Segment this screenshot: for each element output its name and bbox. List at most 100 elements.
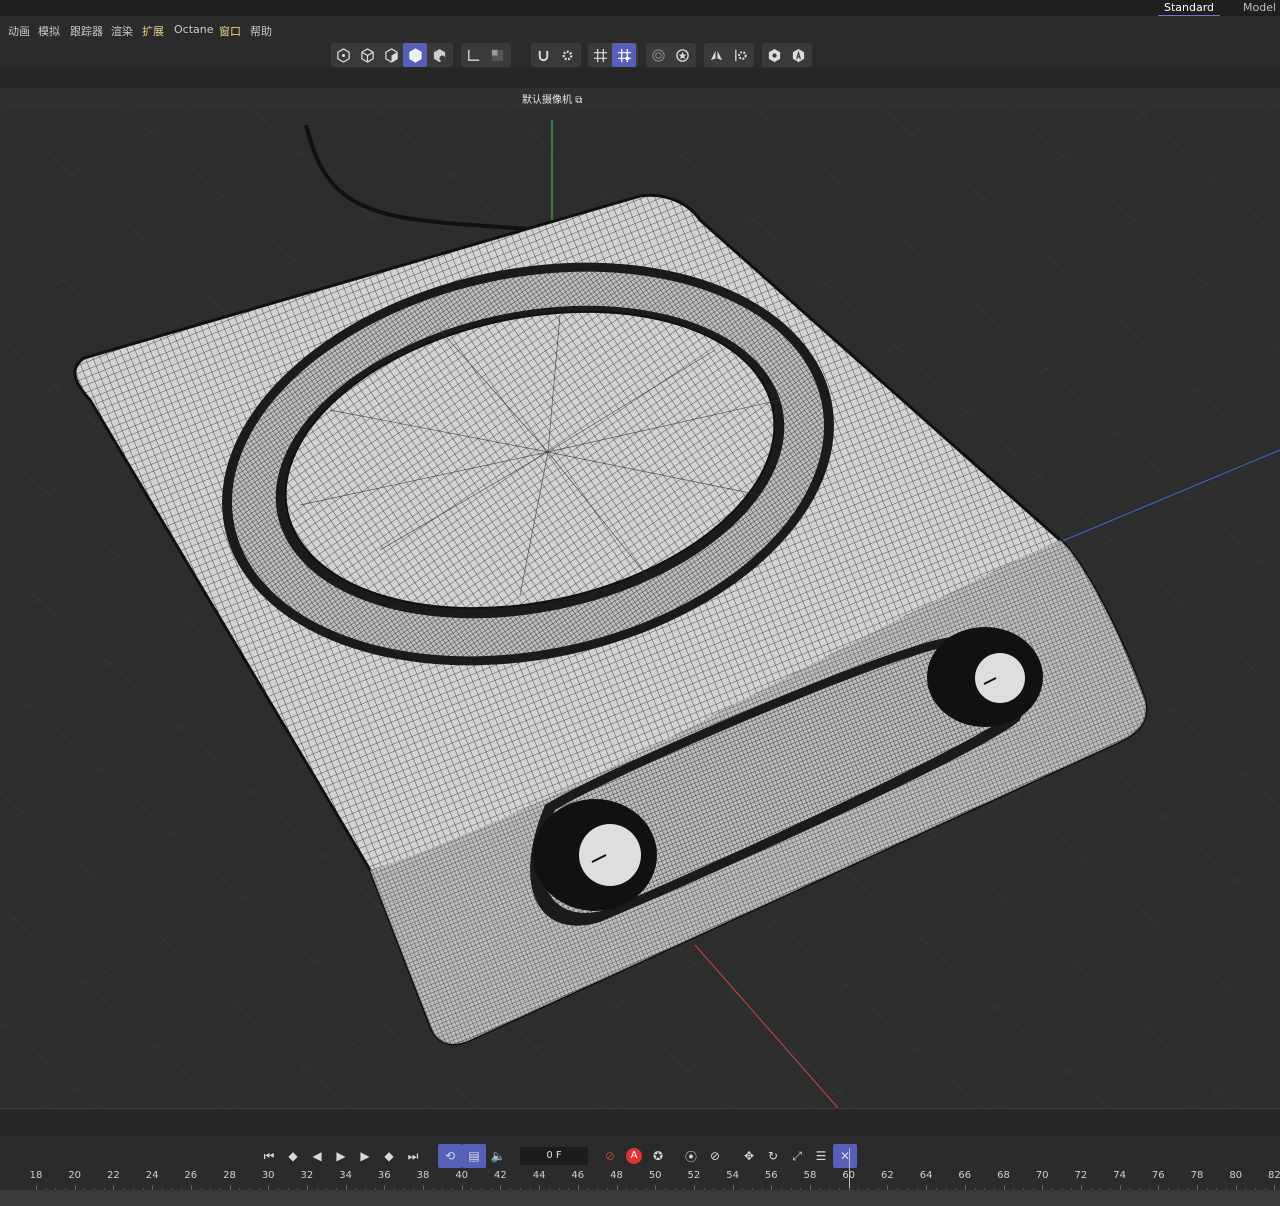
ruler-label: 22 xyxy=(107,1170,120,1181)
camera-label[interactable]: 默认摄像机 ⧉ xyxy=(522,91,582,106)
knob-right-face xyxy=(975,653,1025,703)
layout-tab-model[interactable]: Model xyxy=(1243,0,1276,16)
main-toolbar xyxy=(0,43,1280,68)
param-key-icon[interactable]: ☰ xyxy=(809,1144,833,1168)
symmetry-icon[interactable] xyxy=(704,43,728,67)
ruler-label: 28 xyxy=(223,1170,236,1181)
viewport-canvas xyxy=(0,110,1280,1108)
loop-icon[interactable]: ⟲ xyxy=(438,1144,462,1168)
ruler-label: 26 xyxy=(184,1170,198,1181)
track-controls: ✥ ↻ ⤢ ☰ ✕ xyxy=(737,1144,857,1168)
ruler-label: 54 xyxy=(726,1170,739,1181)
ruler-label: 64 xyxy=(919,1170,933,1181)
ruler-label: 38 xyxy=(416,1170,430,1181)
sound-icon[interactable]: 🔈 xyxy=(486,1144,510,1168)
ruler-label: 18 xyxy=(29,1170,43,1181)
ruler-label: 62 xyxy=(881,1170,894,1181)
camera-switch-icon[interactable]: ⧉ xyxy=(575,95,582,106)
go-to-start-icon[interactable]: ⏮ xyxy=(257,1144,281,1168)
mode-group xyxy=(331,43,453,67)
snap-group xyxy=(531,43,581,67)
magnet-snap-icon[interactable] xyxy=(531,43,555,67)
solo-icon[interactable] xyxy=(485,43,509,67)
rotate-key-icon[interactable]: ↻ xyxy=(761,1144,785,1168)
viewport-header xyxy=(0,88,1280,110)
ruler-label: 34 xyxy=(339,1170,352,1181)
play-icon[interactable]: ▶ xyxy=(329,1144,353,1168)
move-key-icon[interactable]: ✥ xyxy=(737,1144,761,1168)
ruler-label: 40 xyxy=(455,1170,469,1181)
prev-frame-icon[interactable]: ◀ xyxy=(305,1144,329,1168)
menu-window[interactable]: 窗口 xyxy=(219,23,241,39)
key-mode-controls: ⦿ ⊘ xyxy=(679,1144,727,1168)
ruler-label: 30 xyxy=(261,1170,275,1181)
pla-key-icon[interactable]: ✕ xyxy=(833,1144,857,1168)
deform-group xyxy=(646,43,696,67)
ruler-label: 66 xyxy=(958,1170,972,1181)
scale-key-icon[interactable]: ⤢ xyxy=(785,1144,809,1168)
soft-selection-icon[interactable] xyxy=(646,43,670,67)
render-view-icon[interactable] xyxy=(762,43,786,67)
ruler-label: 24 xyxy=(145,1170,159,1181)
ruler-label: 76 xyxy=(1151,1170,1165,1181)
menu-animation[interactable]: 动画 xyxy=(8,23,30,39)
menu-simulate[interactable]: 模拟 xyxy=(38,23,60,39)
ruler-label: 48 xyxy=(610,1170,623,1181)
current-frame-field[interactable]: 0 F xyxy=(520,1147,588,1165)
knob-left-face xyxy=(579,824,641,886)
object-mode-icon[interactable] xyxy=(427,43,451,67)
ruler-label: 52 xyxy=(687,1170,701,1181)
points-mode-icon[interactable] xyxy=(331,43,355,67)
playhead[interactable] xyxy=(849,1148,850,1188)
menu-render[interactable]: 渲染 xyxy=(111,23,133,39)
ruler-label: 78 xyxy=(1190,1170,1204,1181)
ruler-label: 68 xyxy=(997,1170,1010,1181)
ruler-label: 74 xyxy=(1113,1170,1126,1181)
preview-range-icon[interactable]: ▤ xyxy=(462,1144,486,1168)
viewport-status-bar xyxy=(0,1108,1280,1135)
layout-tab-standard[interactable]: Standard xyxy=(1157,0,1221,17)
loop-controls: ⟲ ▤ 🔈 xyxy=(438,1144,510,1168)
polygons-mode-icon[interactable] xyxy=(379,43,403,67)
ruler-label: 46 xyxy=(571,1170,585,1181)
prev-key-icon[interactable]: ◆ xyxy=(281,1144,305,1168)
symmetry-group xyxy=(704,43,754,67)
menu-extensions[interactable]: 扩展 xyxy=(142,23,164,39)
grid-snap-icon[interactable] xyxy=(612,43,636,67)
edges-mode-icon[interactable] xyxy=(355,43,379,67)
deformer-icon[interactable] xyxy=(670,43,694,67)
render-settings-icon[interactable] xyxy=(786,43,810,67)
next-key-icon[interactable]: ◆ xyxy=(377,1144,401,1168)
3d-viewport[interactable] xyxy=(0,110,1280,1108)
ruler-label: 42 xyxy=(494,1170,507,1181)
ruler-label: 82 xyxy=(1268,1170,1280,1181)
menu-octane[interactable]: Octane xyxy=(174,23,214,36)
next-frame-icon[interactable]: ▶ xyxy=(353,1144,377,1168)
workplane-icon[interactable] xyxy=(588,43,612,67)
auto-key-icon[interactable]: A xyxy=(622,1144,646,1168)
symmetry-settings-icon[interactable] xyxy=(728,43,752,67)
attribute-bar xyxy=(0,68,1280,89)
ruler-label: 80 xyxy=(1229,1170,1243,1181)
ruler-label: 32 xyxy=(300,1170,314,1181)
model-mode-icon[interactable] xyxy=(403,43,427,67)
key-scale-icon[interactable]: ⊘ xyxy=(703,1144,727,1168)
axis-group xyxy=(461,43,511,67)
ruler-label: 56 xyxy=(764,1170,778,1181)
camera-name: 默认摄像机 xyxy=(522,95,572,106)
menu-tracker[interactable]: 跟踪器 xyxy=(70,23,103,39)
render-group xyxy=(762,43,812,67)
ruler-label: 70 xyxy=(1035,1170,1049,1181)
menu-help[interactable]: 帮助 xyxy=(250,23,272,39)
snap-settings-icon[interactable] xyxy=(555,43,579,67)
ruler-label: 44 xyxy=(532,1170,546,1181)
ruler-label: 58 xyxy=(803,1170,817,1181)
axis-icon[interactable] xyxy=(461,43,485,67)
ruler-label: 20 xyxy=(68,1170,82,1181)
key-settings-icon[interactable]: ✪ xyxy=(646,1144,670,1168)
key-position-icon[interactable]: ⦿ xyxy=(679,1144,703,1168)
ruler-label: 36 xyxy=(377,1170,391,1181)
record-off-icon[interactable]: ⊘ xyxy=(598,1144,622,1168)
record-controls: ⊘ A ✪ xyxy=(598,1144,670,1168)
go-to-end-icon[interactable]: ⏭ xyxy=(401,1144,425,1168)
